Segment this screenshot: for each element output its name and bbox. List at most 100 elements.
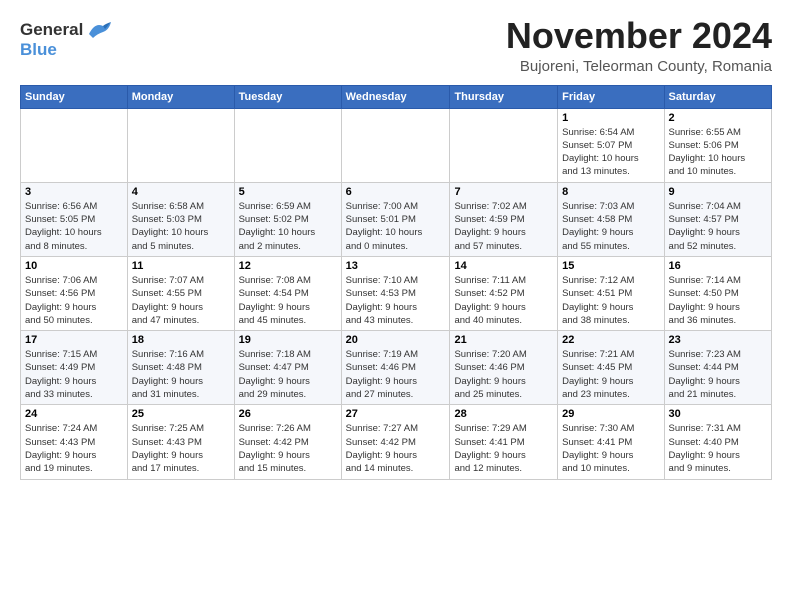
week-row-1: 1 Sunrise: 6:54 AM Sunset: 5:07 PM Daylig…: [21, 108, 772, 182]
calendar-cell: 1 Sunrise: 6:54 AM Sunset: 5:07 PM Daylig…: [558, 108, 664, 182]
logo-blue: Blue: [20, 40, 57, 60]
day-number: 6: [346, 186, 446, 198]
calendar-cell: 17 Sunrise: 7:15 AM Sunset: 4:49 PM Dayli…: [21, 331, 128, 405]
day-number: 30: [669, 408, 767, 420]
calendar-cell: 30 Sunrise: 7:31 AM Sunset: 4:40 PM Dayli…: [664, 405, 771, 479]
day-info: Sunrise: 7:26 AM Sunset: 4:42 PM Dayligh…: [239, 422, 337, 475]
weekday-header-friday: Friday: [558, 85, 664, 108]
calendar: SundayMondayTuesdayWednesdayThursdayFrid…: [20, 85, 772, 480]
calendar-cell: 13 Sunrise: 7:10 AM Sunset: 4:53 PM Dayli…: [341, 256, 450, 330]
day-info: Sunrise: 7:10 AM Sunset: 4:53 PM Dayligh…: [346, 274, 446, 327]
day-info: Sunrise: 7:27 AM Sunset: 4:42 PM Dayligh…: [346, 422, 446, 475]
day-number: 8: [562, 186, 659, 198]
weekday-header-thursday: Thursday: [450, 85, 558, 108]
calendar-cell: [234, 108, 341, 182]
day-number: 17: [25, 334, 123, 346]
day-number: 22: [562, 334, 659, 346]
calendar-cell: 9Sunrise: 7:04 AM Sunset: 4:57 PM Daylig…: [664, 182, 771, 256]
calendar-cell: 12 Sunrise: 7:08 AM Sunset: 4:54 PM Dayli…: [234, 256, 341, 330]
week-row-5: 24 Sunrise: 7:24 AM Sunset: 4:43 PM Dayli…: [21, 405, 772, 479]
day-info: Sunrise: 7:15 AM Sunset: 4:49 PM Dayligh…: [25, 348, 123, 401]
day-info: Sunrise: 7:06 AM Sunset: 4:56 PM Dayligh…: [25, 274, 123, 327]
day-number: 1: [562, 112, 659, 124]
weekday-header-saturday: Saturday: [664, 85, 771, 108]
day-info: Sunrise: 7:24 AM Sunset: 4:43 PM Dayligh…: [25, 422, 123, 475]
calendar-cell: [21, 108, 128, 182]
day-number: 12: [239, 260, 337, 272]
calendar-cell: 10 Sunrise: 7:06 AM Sunset: 4:56 PM Dayli…: [21, 256, 128, 330]
calendar-cell: 18 Sunrise: 7:16 AM Sunset: 4:48 PM Dayli…: [127, 331, 234, 405]
day-number: 19: [239, 334, 337, 346]
week-row-4: 17 Sunrise: 7:15 AM Sunset: 4:49 PM Dayli…: [21, 331, 772, 405]
calendar-cell: 4 Sunrise: 6:58 AM Sunset: 5:03 PM Daylig…: [127, 182, 234, 256]
day-number: 26: [239, 408, 337, 420]
calendar-cell: 26 Sunrise: 7:26 AM Sunset: 4:42 PM Dayli…: [234, 405, 341, 479]
calendar-header-row: SundayMondayTuesdayWednesdayThursdayFrid…: [21, 85, 772, 108]
day-info: Sunrise: 7:11 AM Sunset: 4:52 PM Dayligh…: [454, 274, 553, 327]
day-number: 11: [132, 260, 230, 272]
weekday-header-tuesday: Tuesday: [234, 85, 341, 108]
day-info: Sunrise: 7:23 AM Sunset: 4:44 PM Dayligh…: [669, 348, 767, 401]
day-info: Sunrise: 6:56 AM Sunset: 5:05 PM Dayligh…: [25, 200, 123, 253]
calendar-cell: 2Sunrise: 6:55 AM Sunset: 5:06 PM Daylig…: [664, 108, 771, 182]
day-info: Sunrise: 7:08 AM Sunset: 4:54 PM Dayligh…: [239, 274, 337, 327]
day-info: Sunrise: 7:29 AM Sunset: 4:41 PM Dayligh…: [454, 422, 553, 475]
day-number: 27: [346, 408, 446, 420]
day-info: Sunrise: 7:18 AM Sunset: 4:47 PM Dayligh…: [239, 348, 337, 401]
day-info: Sunrise: 7:20 AM Sunset: 4:46 PM Dayligh…: [454, 348, 553, 401]
day-number: 4: [132, 186, 230, 198]
day-number: 10: [25, 260, 123, 272]
calendar-cell: 6 Sunrise: 7:00 AM Sunset: 5:01 PM Daylig…: [341, 182, 450, 256]
day-info: Sunrise: 6:58 AM Sunset: 5:03 PM Dayligh…: [132, 200, 230, 253]
day-number: 13: [346, 260, 446, 272]
calendar-cell: 3 Sunrise: 6:56 AM Sunset: 5:05 PM Daylig…: [21, 182, 128, 256]
calendar-cell: 7 Sunrise: 7:02 AM Sunset: 4:59 PM Daylig…: [450, 182, 558, 256]
calendar-cell: 11Sunrise: 7:07 AM Sunset: 4:55 PM Dayli…: [127, 256, 234, 330]
logo-general: General: [20, 20, 83, 40]
calendar-cell: 20 Sunrise: 7:19 AM Sunset: 4:46 PM Dayli…: [341, 331, 450, 405]
title-area: November 2024 Bujoreni, Teleorman County…: [506, 16, 772, 75]
day-info: Sunrise: 7:03 AM Sunset: 4:58 PM Dayligh…: [562, 200, 659, 253]
day-info: Sunrise: 7:12 AM Sunset: 4:51 PM Dayligh…: [562, 274, 659, 327]
day-info: Sunrise: 6:55 AM Sunset: 5:06 PM Dayligh…: [669, 126, 767, 179]
calendar-cell: 22 Sunrise: 7:21 AM Sunset: 4:45 PM Dayli…: [558, 331, 664, 405]
calendar-cell: [127, 108, 234, 182]
month-title: November 2024: [506, 16, 772, 56]
day-number: 18: [132, 334, 230, 346]
day-number: 16: [669, 260, 767, 272]
page: General Blue November 2024 Bujoreni, Tel…: [0, 0, 792, 490]
day-info: Sunrise: 7:25 AM Sunset: 4:43 PM Dayligh…: [132, 422, 230, 475]
calendar-cell: 27 Sunrise: 7:27 AM Sunset: 4:42 PM Dayli…: [341, 405, 450, 479]
calendar-cell: [450, 108, 558, 182]
calendar-cell: 5 Sunrise: 6:59 AM Sunset: 5:02 PM Daylig…: [234, 182, 341, 256]
day-number: 24: [25, 408, 123, 420]
day-info: Sunrise: 7:31 AM Sunset: 4:40 PM Dayligh…: [669, 422, 767, 475]
day-number: 5: [239, 186, 337, 198]
day-number: 3: [25, 186, 123, 198]
day-info: Sunrise: 7:14 AM Sunset: 4:50 PM Dayligh…: [669, 274, 767, 327]
day-info: Sunrise: 6:54 AM Sunset: 5:07 PM Dayligh…: [562, 126, 659, 179]
day-info: Sunrise: 7:16 AM Sunset: 4:48 PM Dayligh…: [132, 348, 230, 401]
week-row-2: 3 Sunrise: 6:56 AM Sunset: 5:05 PM Daylig…: [21, 182, 772, 256]
day-number: 29: [562, 408, 659, 420]
day-number: 14: [454, 260, 553, 272]
day-info: Sunrise: 6:59 AM Sunset: 5:02 PM Dayligh…: [239, 200, 337, 253]
day-number: 25: [132, 408, 230, 420]
day-info: Sunrise: 7:19 AM Sunset: 4:46 PM Dayligh…: [346, 348, 446, 401]
day-info: Sunrise: 7:21 AM Sunset: 4:45 PM Dayligh…: [562, 348, 659, 401]
day-number: 7: [454, 186, 553, 198]
day-info: Sunrise: 7:02 AM Sunset: 4:59 PM Dayligh…: [454, 200, 553, 253]
weekday-header-sunday: Sunday: [21, 85, 128, 108]
day-info: Sunrise: 7:00 AM Sunset: 5:01 PM Dayligh…: [346, 200, 446, 253]
day-number: 28: [454, 408, 553, 420]
calendar-cell: [341, 108, 450, 182]
day-number: 15: [562, 260, 659, 272]
calendar-cell: 14 Sunrise: 7:11 AM Sunset: 4:52 PM Dayli…: [450, 256, 558, 330]
calendar-cell: 15 Sunrise: 7:12 AM Sunset: 4:51 PM Dayli…: [558, 256, 664, 330]
day-info: Sunrise: 7:30 AM Sunset: 4:41 PM Dayligh…: [562, 422, 659, 475]
calendar-cell: 16 Sunrise: 7:14 AM Sunset: 4:50 PM Dayli…: [664, 256, 771, 330]
weekday-header-monday: Monday: [127, 85, 234, 108]
day-number: 20: [346, 334, 446, 346]
day-number: 21: [454, 334, 553, 346]
weekday-header-wednesday: Wednesday: [341, 85, 450, 108]
